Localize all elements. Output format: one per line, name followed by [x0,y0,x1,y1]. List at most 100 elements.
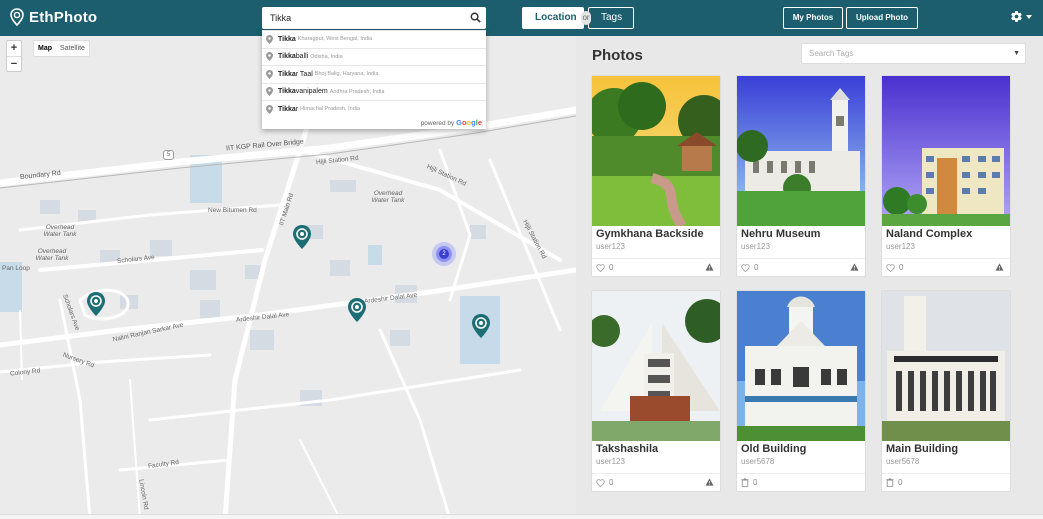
photo-thumbnail[interactable] [592,291,720,441]
autocomplete-match: Tikka [278,105,296,113]
photo-card[interactable]: Gymkhana Backside user123 0 [591,75,721,277]
card-footer: 0 [737,258,865,277]
photo-title: Naland Complex [886,228,973,240]
trash-icon[interactable] [886,478,894,487]
horizontal-scrollbar[interactable] [0,514,1043,519]
autocomplete-match: Tikka [278,70,296,78]
autocomplete-item[interactable]: Tikkar Taal Bhoj Balig, Haryana, India [262,65,486,83]
like-count: 0 [609,478,614,487]
photo-location-pin[interactable] [471,313,491,339]
like-button[interactable]: 0 [741,263,758,272]
heart-icon[interactable] [741,263,750,272]
photo-title: Takshashila [596,443,659,455]
my-photos-button[interactable]: My Photos [783,7,843,29]
photo-owner[interactable]: user5678 [741,457,774,466]
search-icon[interactable] [470,12,481,23]
map-marker-icon [266,69,273,79]
photo-card[interactable]: Takshashila user123 0 [591,290,721,492]
like-count: 0 [609,263,614,272]
map-pin-logo-icon [10,8,24,26]
zoom-controls: + − [6,40,22,72]
warning-icon[interactable] [705,263,714,271]
autocomplete-match: Tikka [278,53,296,61]
photo-title: Main Building [886,443,959,455]
delete-and-like: 0 [741,478,757,487]
photo-title: Nehru Museum [741,228,821,240]
autocomplete-match: Tikka [278,88,296,96]
like-button[interactable]: 0 [596,478,613,487]
autocomplete-item[interactable]: Tikka Kharagpur, West Bengal, India [262,30,486,48]
photo-card[interactable]: Naland Complex user123 0 [881,75,1011,277]
zoom-in-button[interactable]: + [7,41,21,56]
map-label: Pan Loop [2,265,30,272]
like-count: 0 [898,478,903,487]
warning-icon[interactable] [850,263,859,271]
upload-photo-button[interactable]: Upload Photo [846,7,918,29]
like-button[interactable]: 0 [596,263,613,272]
card-footer: 0 [737,473,865,492]
location-search-input[interactable] [262,7,452,29]
photo-location-pin[interactable] [292,224,312,250]
caret-down-icon [1026,14,1032,19]
photo-owner[interactable]: user123 [596,242,625,251]
photo-thumbnail[interactable] [592,76,720,226]
photo-thumbnail[interactable] [737,291,865,441]
photo-owner[interactable]: user123 [741,242,770,251]
map-type-satellite-button[interactable]: Satellite [56,41,89,56]
photo-location-pin[interactable] [347,297,367,323]
autocomplete-secondary: Kharagpur, West Bengal, India [297,36,373,43]
zoom-out-button[interactable]: − [7,56,21,71]
photo-card[interactable]: Nehru Museum user123 0 [736,75,866,277]
photos-title: Photos [592,47,643,64]
search-tags-select[interactable]: Search Tags ▼ [801,43,1026,64]
photo-thumbnail[interactable] [737,76,865,226]
marker-cluster[interactable]: 2 [432,242,456,266]
warning-icon[interactable] [705,478,714,486]
location-autocomplete: Tikka Kharagpur, West Bengal, India Tikk… [262,30,486,129]
autocomplete-rest: r [295,105,299,113]
autocomplete-match: Tikka [278,35,296,43]
tags-mode-button[interactable]: Tags [588,7,634,29]
photo-owner[interactable]: user123 [886,242,915,251]
photo-thumbnail[interactable] [882,291,1010,441]
settings-menu[interactable] [1010,10,1032,23]
photo-card[interactable]: Main Building user5678 0 [881,290,1011,492]
location-search[interactable] [262,7,486,29]
photo-owner[interactable]: user123 [596,457,625,466]
like-button[interactable]: 0 [886,263,903,272]
map-marker-icon [266,87,273,97]
heart-icon[interactable] [596,478,605,487]
photo-location-pin[interactable] [86,291,106,317]
or-separator: or [581,11,591,25]
brand[interactable]: EthPhoto [10,8,97,26]
card-footer: 0 [882,258,1010,277]
powered-by-google: powered by Google [262,118,486,129]
map-label: Overhead Water Tank [35,248,69,262]
brand-name: EthPhoto [29,8,98,26]
autocomplete-item[interactable]: Tikkaballi Odisha, India [262,47,486,66]
top-navbar: EthPhoto Location or Tags My Photos Uplo… [0,0,1043,36]
card-footer: 0 [882,473,1010,492]
heart-icon[interactable] [886,263,895,272]
photo-title: Old Building [741,443,807,455]
cluster-count: 2 [439,249,449,259]
search-tags-placeholder: Search Tags [809,49,854,58]
trash-icon[interactable] [741,478,749,487]
location-mode-button[interactable]: Location [522,7,584,29]
highway-shield: 5 [163,150,174,160]
like-count: 0 [754,263,759,272]
map-label: New Bitumen Rd [208,207,257,214]
photo-thumbnail[interactable] [882,76,1010,226]
photo-card[interactable]: Old Building user5678 0 [736,290,866,492]
warning-icon[interactable] [995,263,1004,271]
autocomplete-item[interactable]: Tikkar Himachal Pradesh, India [262,100,486,118]
caret-down-icon: ▼ [1013,50,1020,57]
autocomplete-item[interactable]: Tikkavanipalem Andhra Pradesh, India [262,82,486,101]
photo-owner[interactable]: user5678 [886,457,919,466]
map-label: Overhead Water Tank [371,190,405,204]
heart-icon[interactable] [596,263,605,272]
gear-icon[interactable] [1010,10,1023,23]
like-count: 0 [753,478,758,487]
map-type-map-button[interactable]: Map [34,41,56,56]
autocomplete-secondary: Bhoj Balig, Haryana, India [314,71,379,78]
